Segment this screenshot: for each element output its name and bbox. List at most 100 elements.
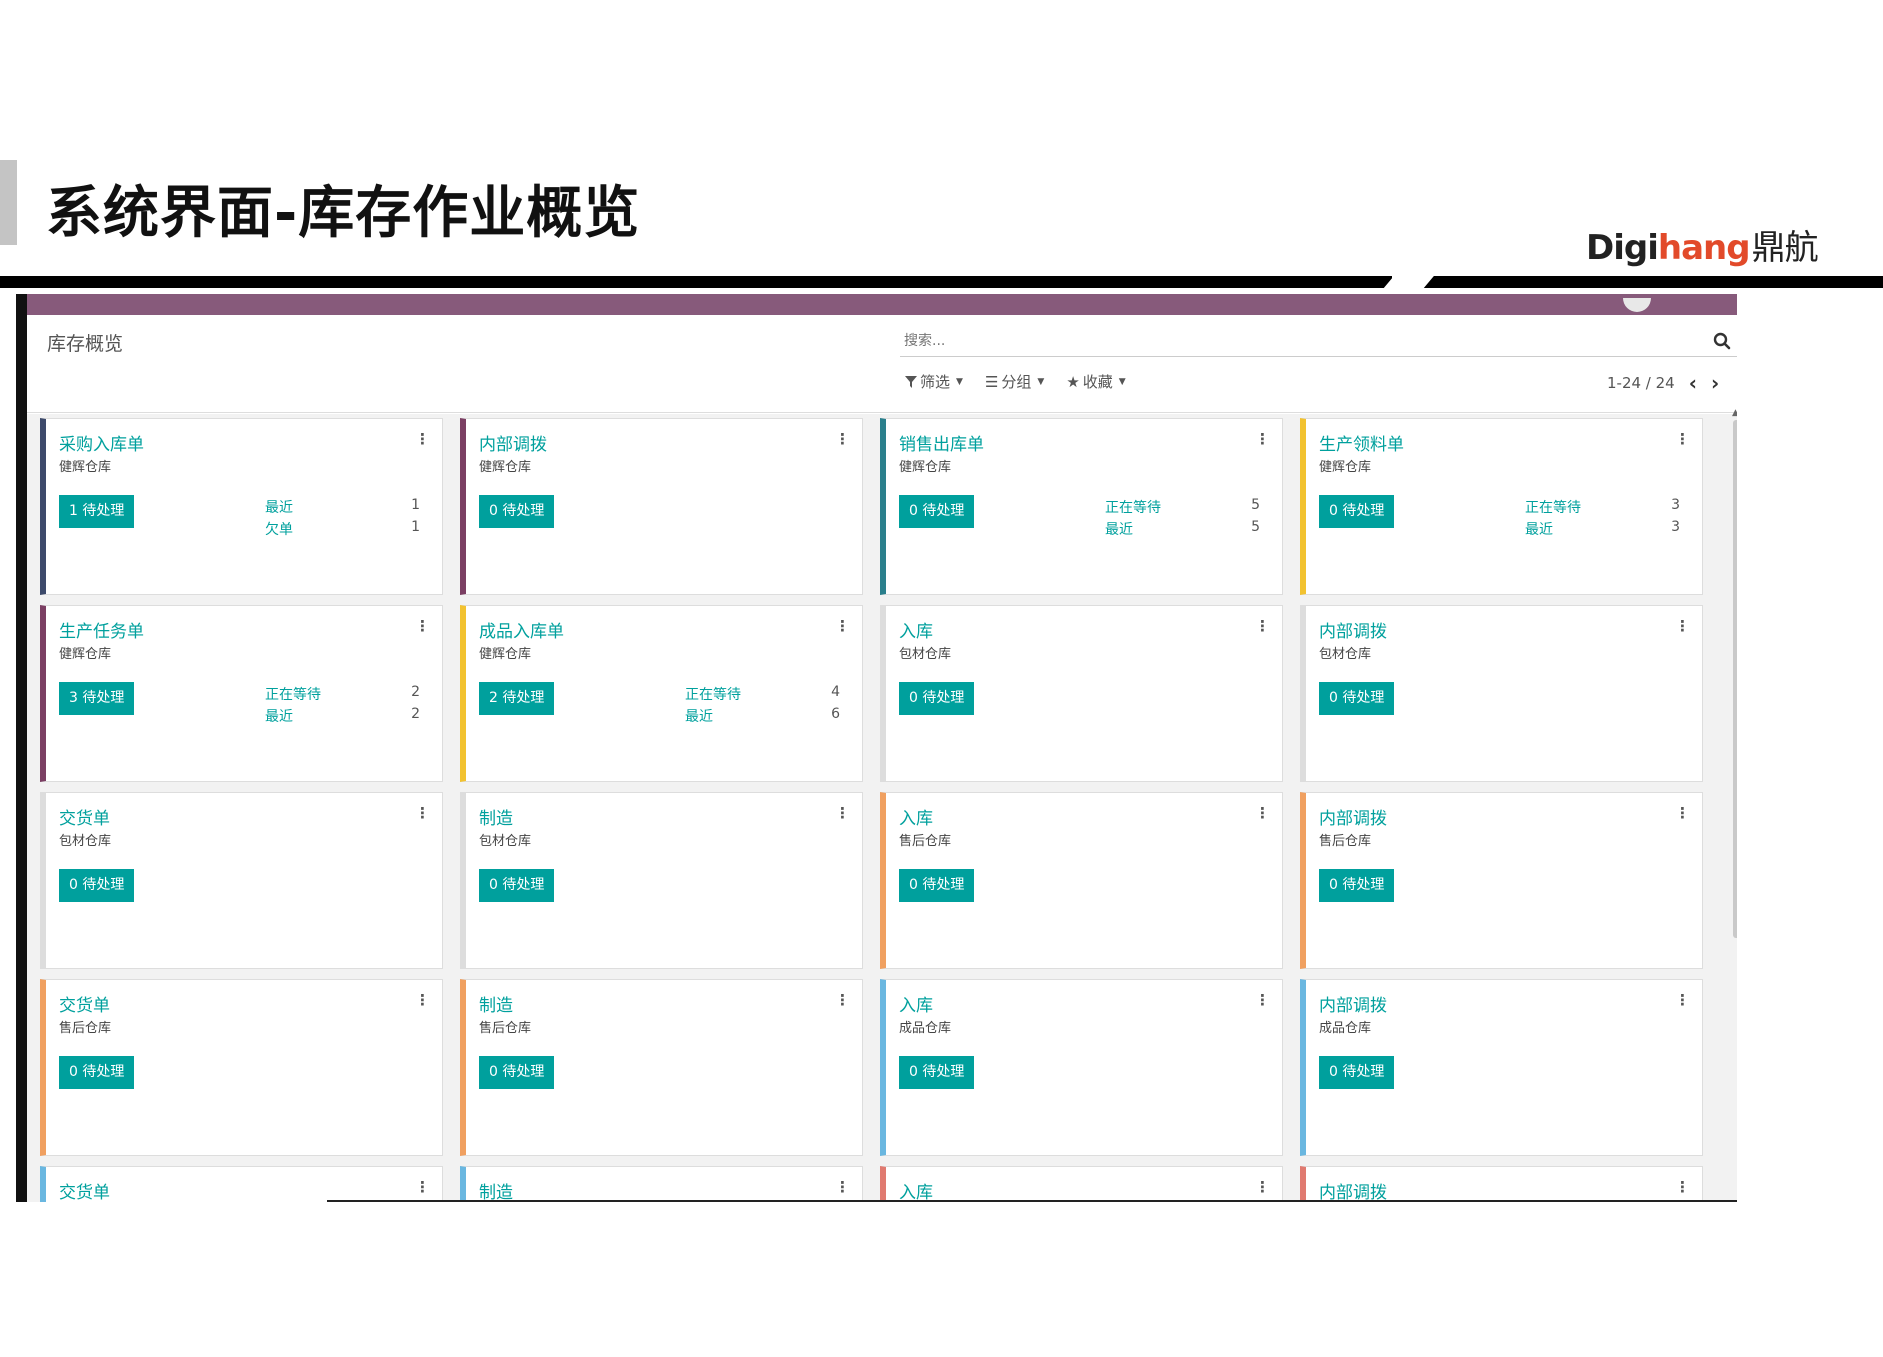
kanban-card[interactable]: 交货单 ⋮ 包材仓库 0 待处理 bbox=[40, 792, 443, 969]
breadcrumb: 库存概览 bbox=[47, 333, 124, 355]
kanban-card[interactable]: 交货单 ⋮ bbox=[40, 1166, 443, 1202]
pending-button[interactable]: 3 待处理 bbox=[59, 682, 135, 715]
pager-previous-icon[interactable]: ‹ bbox=[1689, 371, 1697, 395]
pending-button[interactable]: 0 待处理 bbox=[899, 1056, 975, 1089]
card-title[interactable]: 采购入库单 bbox=[59, 430, 144, 455]
card-menu-icon[interactable]: ⋮ bbox=[1675, 617, 1690, 635]
card-menu-icon[interactable]: ⋮ bbox=[835, 617, 850, 635]
kanban-card[interactable]: 制造 ⋮ 包材仓库 0 待处理 bbox=[460, 792, 863, 969]
card-menu-icon[interactable]: ⋮ bbox=[835, 430, 850, 448]
kanban-card[interactable]: 制造 ⋮ bbox=[460, 1166, 863, 1202]
card-stat-label[interactable]: 最近 bbox=[265, 497, 293, 517]
kanban-card[interactable]: 制造 ⋮ 售后仓库 0 待处理 bbox=[460, 979, 863, 1156]
card-title[interactable]: 内部调拨 bbox=[1319, 991, 1387, 1016]
scroll-up-icon[interactable]: ▲ bbox=[1732, 408, 1737, 418]
group-by-dropdown[interactable]: ☰ 分组 ▼ bbox=[985, 371, 1044, 392]
kanban-card[interactable]: 内部调拨 ⋮ 健辉仓库 0 待处理 bbox=[460, 418, 863, 595]
card-title[interactable]: 入库 bbox=[899, 804, 933, 829]
card-menu-icon[interactable]: ⋮ bbox=[415, 430, 430, 448]
card-stat-label[interactable]: 正在等待 bbox=[265, 684, 321, 704]
kanban-card[interactable]: 内部调拨 ⋮ 包材仓库 0 待处理 bbox=[1300, 605, 1703, 782]
card-title[interactable]: 交货单 bbox=[59, 1178, 110, 1202]
card-warehouse: 售后仓库 bbox=[479, 1021, 532, 1036]
kanban-card[interactable]: 入库 ⋮ 成品仓库 0 待处理 bbox=[880, 979, 1283, 1156]
card-menu-icon[interactable]: ⋮ bbox=[415, 804, 430, 822]
card-title[interactable]: 生产领料单 bbox=[1319, 430, 1404, 455]
pending-button[interactable]: 0 待处理 bbox=[899, 495, 975, 528]
pending-button[interactable]: 0 待处理 bbox=[59, 1056, 135, 1089]
card-title[interactable]: 成品入库单 bbox=[479, 617, 564, 642]
card-title[interactable]: 内部调拨 bbox=[479, 430, 547, 455]
kanban-card[interactable]: 入库 ⋮ 售后仓库 0 待处理 bbox=[880, 792, 1283, 969]
pending-button[interactable]: 0 待处理 bbox=[1319, 682, 1395, 715]
pending-button[interactable]: 0 待处理 bbox=[479, 1056, 555, 1089]
card-menu-icon[interactable]: ⋮ bbox=[415, 991, 430, 1009]
card-menu-icon[interactable]: ⋮ bbox=[1255, 430, 1270, 448]
kanban-card[interactable]: 内部调拨 ⋮ 成品仓库 0 待处理 bbox=[1300, 979, 1703, 1156]
kanban-card[interactable]: 内部调拨 ⋮ bbox=[1300, 1166, 1703, 1202]
card-title[interactable]: 制造 bbox=[479, 804, 513, 829]
search-icon[interactable] bbox=[1712, 331, 1732, 351]
pending-button[interactable]: 2 待处理 bbox=[479, 682, 555, 715]
card-title[interactable]: 入库 bbox=[899, 1178, 933, 1202]
card-menu-icon[interactable]: ⋮ bbox=[1675, 804, 1690, 822]
card-stat-label[interactable]: 最近 bbox=[1525, 519, 1553, 539]
kanban-card[interactable]: 内部调拨 ⋮ 售后仓库 0 待处理 bbox=[1300, 792, 1703, 969]
kanban-card[interactable]: 入库 ⋮ 包材仓库 0 待处理 bbox=[880, 605, 1283, 782]
kanban-card[interactable]: 入库 ⋮ bbox=[880, 1166, 1283, 1202]
pending-button[interactable]: 0 待处理 bbox=[479, 869, 555, 902]
card-title[interactable]: 交货单 bbox=[59, 804, 110, 829]
card-menu-icon[interactable]: ⋮ bbox=[1255, 991, 1270, 1009]
scrollbar[interactable] bbox=[1733, 420, 1737, 938]
search-input[interactable] bbox=[900, 327, 1680, 355]
card-stat-label[interactable]: 正在等待 bbox=[1525, 497, 1581, 517]
card-menu-icon[interactable]: ⋮ bbox=[835, 1178, 850, 1196]
kanban-card[interactable]: 销售出库单 ⋮ 健辉仓库 0 待处理 正在等待 5 最近 5 bbox=[880, 418, 1283, 595]
pending-button[interactable]: 0 待处理 bbox=[479, 495, 555, 528]
pager-next-icon[interactable]: › bbox=[1711, 371, 1719, 395]
favorites-dropdown[interactable]: ★ 收藏 ▼ bbox=[1066, 371, 1125, 392]
kanban-card[interactable]: 采购入库单 ⋮ 健辉仓库 1 待处理 最近 1 欠单 1 bbox=[40, 418, 443, 595]
kanban-card[interactable]: 交货单 ⋮ 售后仓库 0 待处理 bbox=[40, 979, 443, 1156]
card-title[interactable]: 销售出库单 bbox=[899, 430, 984, 455]
card-title[interactable]: 内部调拨 bbox=[1319, 617, 1387, 642]
card-title[interactable]: 生产任务单 bbox=[59, 617, 144, 642]
card-menu-icon[interactable]: ⋮ bbox=[1255, 804, 1270, 822]
pending-button[interactable]: 0 待处理 bbox=[1319, 495, 1395, 528]
card-title[interactable]: 制造 bbox=[479, 991, 513, 1016]
card-stat-label[interactable]: 最近 bbox=[265, 706, 293, 726]
pending-button[interactable]: 0 待处理 bbox=[899, 869, 975, 902]
card-title[interactable]: 内部调拨 bbox=[1319, 804, 1387, 829]
card-title[interactable]: 制造 bbox=[479, 1178, 513, 1202]
pending-button[interactable]: 0 待处理 bbox=[899, 682, 975, 715]
card-stat-label[interactable]: 正在等待 bbox=[1105, 497, 1161, 517]
pending-button[interactable]: 1 待处理 bbox=[59, 495, 135, 528]
kanban-card[interactable]: 生产领料单 ⋮ 健辉仓库 0 待处理 正在等待 3 最近 3 bbox=[1300, 418, 1703, 595]
card-menu-icon[interactable]: ⋮ bbox=[415, 1178, 430, 1196]
card-menu-icon[interactable]: ⋮ bbox=[1675, 1178, 1690, 1196]
filter-dropdown[interactable]: 筛选 ▼ bbox=[905, 371, 963, 392]
card-menu-icon[interactable]: ⋮ bbox=[835, 804, 850, 822]
pending-button[interactable]: 0 待处理 bbox=[59, 869, 135, 902]
card-stat-label[interactable]: 最近 bbox=[1105, 519, 1133, 539]
user-avatar[interactable] bbox=[1623, 298, 1651, 312]
card-stat-label[interactable]: 欠单 bbox=[265, 519, 293, 539]
kanban-card[interactable]: 成品入库单 ⋮ 健辉仓库 2 待处理 正在等待 4 最近 6 bbox=[460, 605, 863, 782]
card-title[interactable]: 交货单 bbox=[59, 991, 110, 1016]
kanban-card[interactable]: 生产任务单 ⋮ 健辉仓库 3 待处理 正在等待 2 最近 2 bbox=[40, 605, 443, 782]
card-stat-label[interactable]: 正在等待 bbox=[685, 684, 741, 704]
card-menu-icon[interactable]: ⋮ bbox=[1255, 1178, 1270, 1196]
card-menu-icon[interactable]: ⋮ bbox=[1675, 430, 1690, 448]
card-menu-icon[interactable]: ⋮ bbox=[835, 991, 850, 1009]
pending-button[interactable]: 0 待处理 bbox=[1319, 1056, 1395, 1089]
card-title[interactable]: 内部调拨 bbox=[1319, 1178, 1387, 1202]
card-title[interactable]: 入库 bbox=[899, 617, 933, 642]
card-stat-label[interactable]: 最近 bbox=[685, 706, 713, 726]
card-menu-icon[interactable]: ⋮ bbox=[1675, 991, 1690, 1009]
card-menu-icon[interactable]: ⋮ bbox=[415, 617, 430, 635]
pending-button[interactable]: 0 待处理 bbox=[1319, 869, 1395, 902]
card-title[interactable]: 入库 bbox=[899, 991, 933, 1016]
card-menu-icon[interactable]: ⋮ bbox=[1255, 617, 1270, 635]
pager-range[interactable]: 1-24 / 24 bbox=[1607, 374, 1675, 392]
card-warehouse: 健辉仓库 bbox=[1319, 460, 1372, 475]
